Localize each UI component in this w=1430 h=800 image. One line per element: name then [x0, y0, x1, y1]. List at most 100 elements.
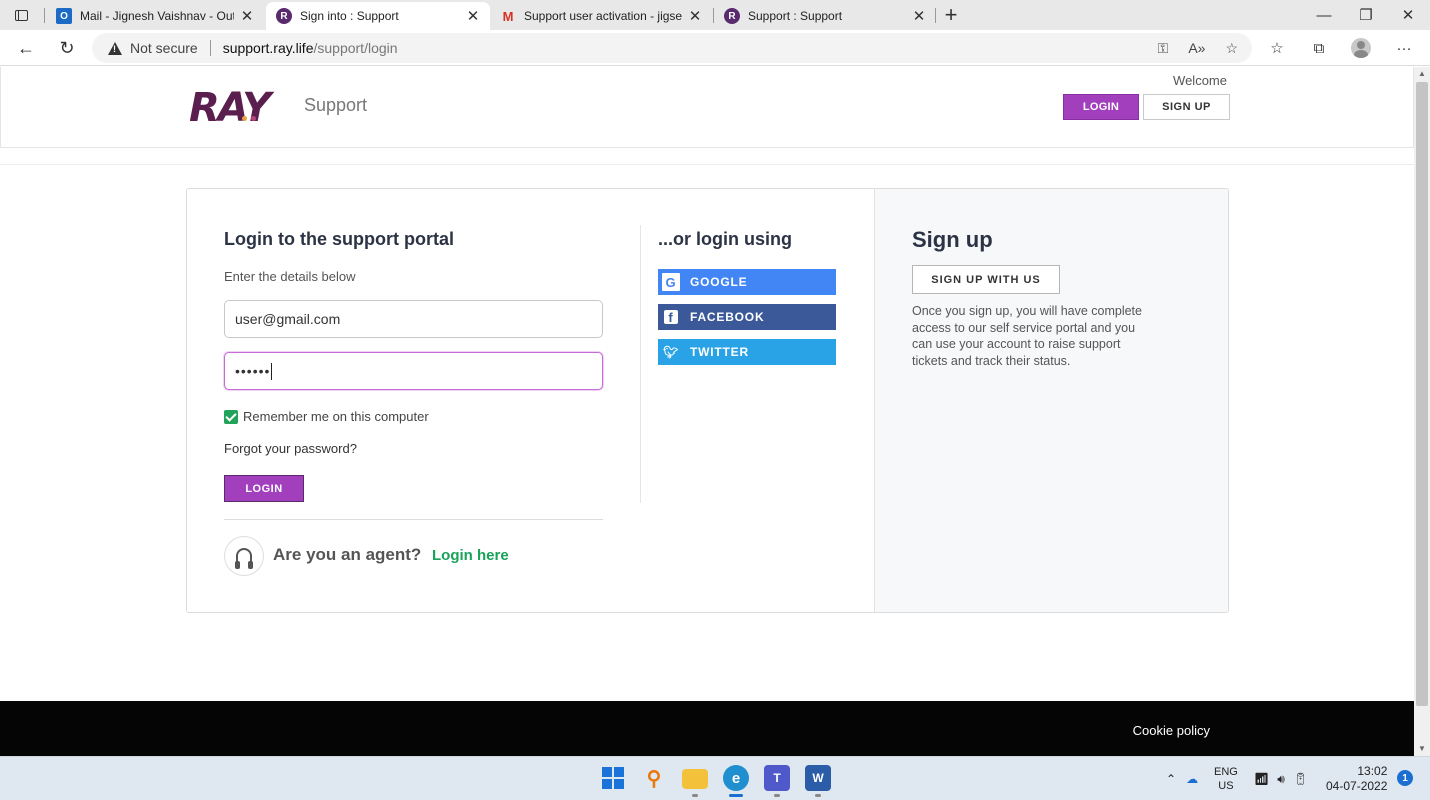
new-tab-icon[interactable]: +: [941, 3, 961, 27]
vertical-divider: [640, 225, 641, 503]
page-viewport: RAY Support Welcome LOGIN SIGN UP Login …: [0, 67, 1414, 756]
refresh-icon[interactable]: ↻: [53, 34, 81, 62]
signup-with-us-button[interactable]: SIGN UP WITH US: [912, 265, 1060, 294]
scroll-down-icon[interactable]: ▼: [1414, 742, 1430, 756]
lang-line1: ENG: [1214, 766, 1238, 778]
edge-icon[interactable]: e: [723, 765, 749, 791]
twitter-login-button[interactable]: 🐦︎ TWITTER: [658, 339, 836, 365]
tab-label: Support user activation - jigse99: [524, 9, 682, 23]
ray-icon: R: [724, 8, 740, 24]
back-arrow-icon[interactable]: ←: [12, 34, 40, 62]
ray-icon: R: [276, 8, 292, 24]
facebook-icon: f: [664, 310, 678, 325]
login-card: Login to the support portal Enter the de…: [186, 188, 1229, 613]
avatar-icon: [1351, 38, 1371, 58]
agent-login-link[interactable]: Login here: [432, 547, 509, 564]
tab-outlook-mail[interactable]: O Mail - Jignesh Vaishnav - Outloo ✕: [46, 2, 264, 30]
headset-icon: [224, 536, 264, 576]
login-button[interactable]: LOGIN: [224, 475, 304, 502]
clock[interactable]: 13:02 04-07-2022: [1326, 757, 1387, 800]
facebook-login-button[interactable]: f FACEBOOK: [658, 304, 836, 330]
favorites-icon[interactable]: ☆: [1263, 34, 1291, 62]
ray-logo[interactable]: RAY: [189, 85, 271, 131]
notification-badge[interactable]: 1: [1397, 770, 1413, 786]
header-signup-button[interactable]: SIGN UP: [1143, 94, 1230, 120]
twitter-label: TWITTER: [690, 345, 749, 359]
remember-me[interactable]: Remember me on this computer: [224, 409, 429, 424]
password-value: ••••••: [235, 363, 271, 379]
tab-gmail-activation[interactable]: M Support user activation - jigse99 ✕: [490, 2, 712, 30]
scroll-up-icon[interactable]: ▲: [1414, 67, 1430, 81]
email-field[interactable]: user@gmail.com: [224, 300, 603, 338]
page-scrollbar[interactable]: ▲ ▼: [1414, 67, 1430, 756]
google-login-button[interactable]: G GOOGLE: [658, 269, 836, 295]
url-host: support.ray.life: [222, 40, 314, 56]
password-field[interactable]: ••••••: [224, 352, 603, 390]
logo-text: RAY: [189, 85, 271, 131]
teams-icon[interactable]: T: [764, 765, 790, 791]
tab-actions-icon[interactable]: [10, 6, 32, 24]
url-path: /support/login: [313, 40, 398, 56]
google-icon: G: [662, 273, 680, 291]
address-bar-actions: ⚿ A» ☆: [1158, 33, 1238, 63]
scrollbar-thumb[interactable]: [1416, 82, 1428, 706]
file-explorer-icon[interactable]: [682, 769, 708, 789]
tab-label: Sign into : Support: [300, 9, 399, 23]
address-bar[interactable]: Not secure support.ray.life/support/logi…: [92, 33, 1252, 63]
social-login-title: ...or login using: [658, 229, 792, 249]
volume-icon: 🔊︎: [1277, 771, 1285, 786]
url-divider: [209, 40, 211, 56]
read-aloud-icon[interactable]: A»: [1188, 40, 1205, 56]
chevron-up-icon[interactable]: ⌃: [1166, 772, 1176, 786]
more-options-icon[interactable]: ···: [1390, 34, 1418, 62]
system-tray: ⌃ ☁: [1166, 757, 1198, 800]
warning-icon: [108, 41, 122, 55]
search-icon[interactable]: ⚲: [641, 765, 667, 791]
minimize-icon[interactable]: —: [1302, 0, 1346, 30]
signup-panel: Sign up SIGN UP WITH US Once you sign up…: [874, 189, 1228, 612]
lang-line2: US: [1218, 780, 1234, 792]
taskbar-indicator: [815, 794, 821, 797]
taskbar-indicator: [729, 794, 743, 797]
quick-settings[interactable]: 📶︎ 🔊︎ 🔋︎: [1254, 757, 1308, 800]
forgot-password-link[interactable]: Forgot your password?: [224, 441, 357, 456]
tab-separator: [44, 8, 45, 23]
key-icon[interactable]: ⚿: [1158, 40, 1169, 57]
collections-icon[interactable]: ⧉: [1305, 34, 1333, 62]
cookie-policy-link[interactable]: Cookie policy: [1133, 723, 1210, 738]
browser-tab-strip: O Mail - Jignesh Vaishnav - Outloo ✕ R S…: [0, 0, 1430, 30]
header-divider: [0, 164, 1414, 165]
taskbar-indicator: [692, 794, 698, 797]
onedrive-icon[interactable]: ☁: [1186, 772, 1198, 786]
twitter-icon: 🐦︎: [662, 345, 680, 359]
close-icon[interactable]: ✕: [466, 7, 480, 25]
header-login-button[interactable]: LOGIN: [1063, 94, 1139, 120]
text-caret: [271, 362, 273, 380]
facebook-label: FACEBOOK: [690, 310, 765, 324]
tab-separator: [935, 8, 936, 23]
tab-support-support[interactable]: R Support : Support ✕: [714, 2, 936, 30]
login-title: Login to the support portal: [224, 229, 454, 249]
window-close-icon[interactable]: ✕: [1386, 0, 1430, 30]
browser-toolbar: ← ↻ Not secure support.ray.life/support/…: [0, 30, 1430, 66]
form-divider: [224, 519, 603, 520]
add-favorite-icon[interactable]: ☆: [1225, 40, 1238, 57]
agent-question: Are you an agent?: [273, 545, 422, 564]
remember-checkbox[interactable]: [224, 409, 238, 424]
close-icon[interactable]: ✕: [912, 7, 926, 25]
language-indicator[interactable]: ENG US: [1214, 757, 1238, 800]
restore-icon[interactable]: ❐: [1344, 0, 1388, 30]
windows-taskbar: ⚲ e T W ⌃ ☁ ENG US 📶︎ 🔊︎ 🔋︎ 13:02 04-07-…: [0, 756, 1430, 800]
not-secure-label: Not secure: [130, 40, 198, 56]
logo-dot: [242, 116, 247, 121]
battery-icon: 🔋︎: [1292, 772, 1309, 786]
outlook-icon: O: [56, 8, 72, 24]
profile-avatar[interactable]: [1347, 34, 1375, 62]
start-icon[interactable]: [600, 765, 626, 791]
remember-label: Remember me on this computer: [243, 409, 429, 424]
tab-sign-into-support[interactable]: R Sign into : Support ✕: [266, 2, 490, 30]
word-icon[interactable]: W: [805, 765, 831, 791]
close-icon[interactable]: ✕: [240, 7, 254, 25]
close-icon[interactable]: ✕: [688, 7, 702, 25]
taskbar-indicator: [774, 794, 780, 797]
